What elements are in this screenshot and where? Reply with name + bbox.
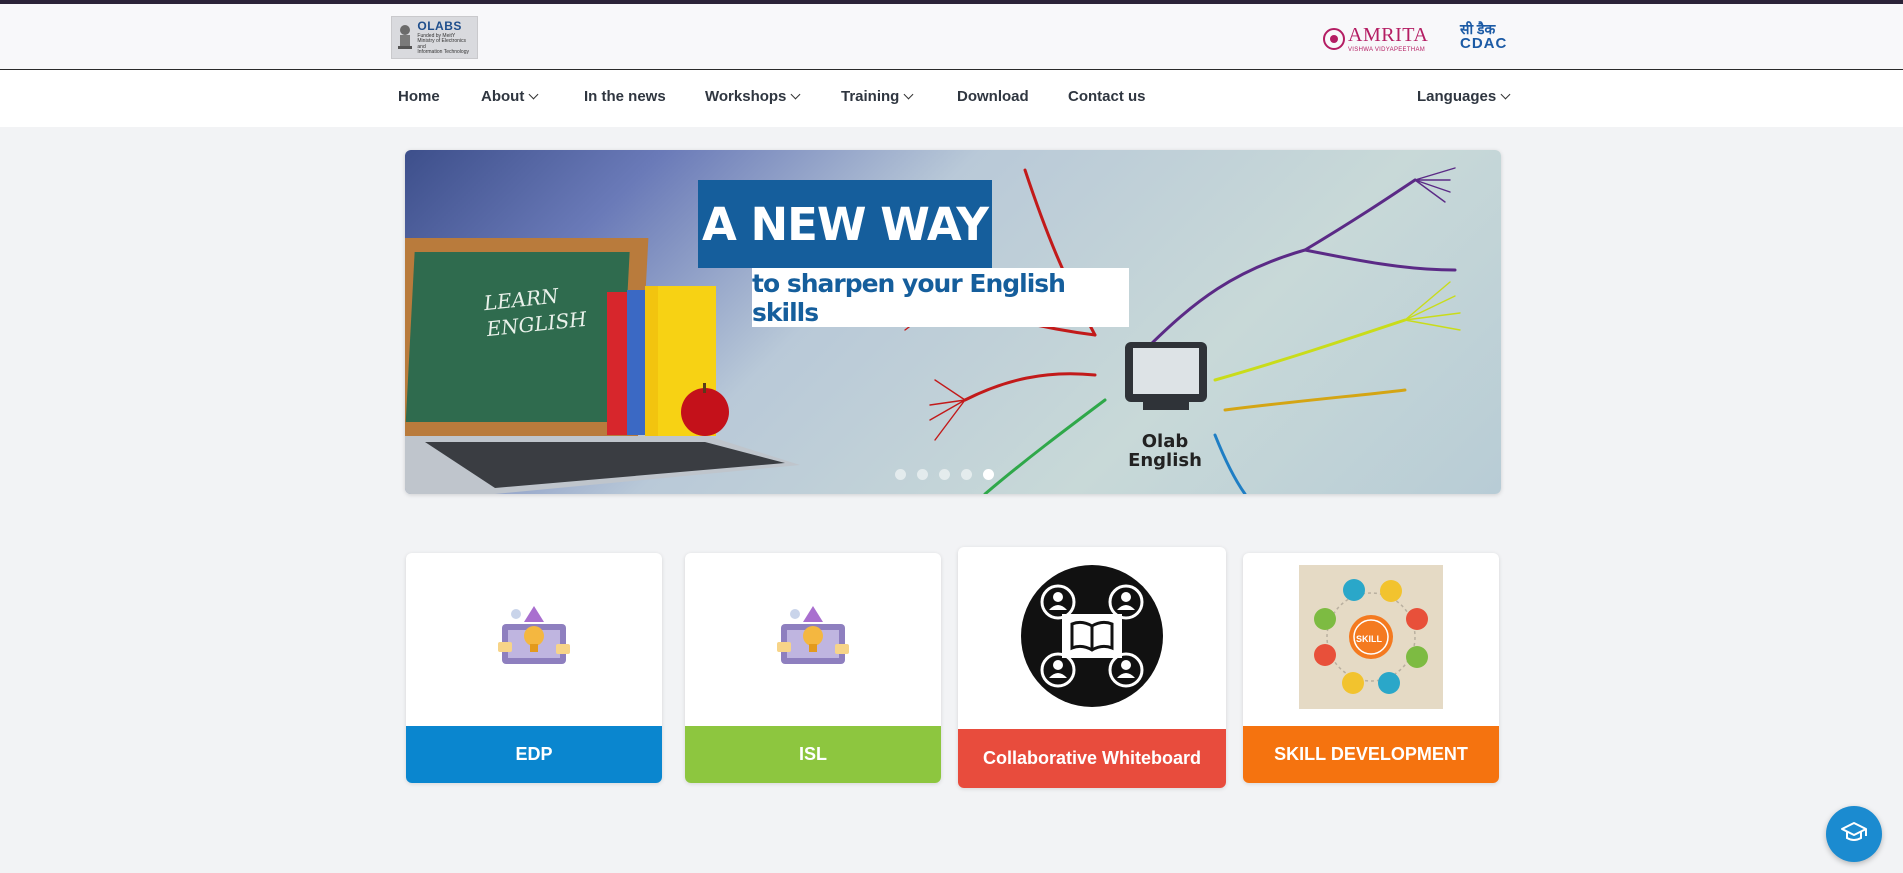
carousel-dot-3[interactable]: [939, 469, 950, 480]
carousel-dot-2[interactable]: [917, 469, 928, 480]
nav-item-label: Training: [841, 88, 900, 105]
chevron-down-icon: [903, 89, 914, 100]
graduation-cap-icon: [1839, 817, 1869, 852]
olabs-logo[interactable]: OLABS Funded by MeitY Ministry of Electr…: [391, 16, 478, 59]
collaboration-book-icon: [1020, 564, 1164, 713]
olabs-logo-subtitle-3: Information Technology: [417, 49, 469, 55]
cdac-logo-hindi: सी डैक: [1460, 21, 1496, 37]
card-isl[interactable]: ISL: [685, 553, 941, 783]
carousel-dot-4[interactable]: [961, 469, 972, 480]
chevron-down-icon: [790, 89, 801, 100]
amrita-logo-name: AMRITA: [1348, 24, 1429, 46]
card-skill-development[interactable]: SKILL SKILL DEVELOPMENT: [1243, 553, 1499, 783]
card-collaborative-whiteboard[interactable]: Collaborative Whiteboard: [958, 547, 1226, 788]
card-isl-label: ISL: [685, 726, 941, 783]
nav-item-label: Workshops: [705, 88, 787, 105]
chevron-down-icon: [1500, 89, 1511, 100]
card-collaborative-whiteboard-label: Collaborative Whiteboard: [958, 729, 1226, 788]
main-nav: Home About In the news Workshops Trainin…: [0, 70, 1903, 127]
skill-wheel-center-text: SKILL: [1356, 634, 1382, 644]
nav-item-label: Contact us: [1068, 88, 1146, 105]
banner-title: A NEW WAY: [698, 180, 992, 268]
hero-carousel[interactable]: LEARN ENGLISH A NEW WAY to sharpen your …: [405, 150, 1501, 494]
floating-help-button[interactable]: [1826, 806, 1882, 862]
nav-item-label: Languages: [1417, 88, 1497, 105]
nav-item-label: In the news: [584, 88, 666, 105]
nav-item-download[interactable]: Download: [957, 88, 1029, 105]
olab-english-line-2: English: [1128, 449, 1202, 471]
carousel-dot-1[interactable]: [895, 469, 906, 480]
nav-item-label: Home: [398, 88, 440, 105]
card-edp-label: EDP: [406, 726, 662, 783]
amrita-emblem-icon: [1323, 28, 1345, 50]
cdac-logo-english: CDAC: [1460, 35, 1508, 52]
cdac-logo[interactable]: सी डैक CDAC: [1460, 22, 1507, 51]
nav-item-about[interactable]: About: [481, 88, 539, 105]
carousel-dot-5[interactable]: [983, 469, 994, 480]
nav-item-workshops[interactable]: Workshops: [705, 88, 801, 105]
header-bar: OLABS Funded by MeitY Ministry of Electr…: [0, 4, 1903, 70]
card-skill-development-label: SKILL DEVELOPMENT: [1243, 726, 1499, 783]
nav-item-training[interactable]: Training: [841, 88, 914, 105]
card-edp[interactable]: EDP: [406, 553, 662, 783]
card-image: [406, 553, 662, 726]
card-image: [958, 547, 1226, 729]
card-image: SKILL: [1243, 553, 1499, 726]
nav-item-contact-us[interactable]: Contact us: [1068, 88, 1146, 105]
nav-item-label: Download: [957, 88, 1029, 105]
amrita-logo[interactable]: AMRITA VISHWA VIDYAPEETHAM: [1323, 22, 1428, 56]
chevron-down-icon: [528, 89, 539, 100]
nav-item-home[interactable]: Home: [398, 88, 440, 105]
card-image: [685, 553, 941, 726]
emblem-icon: [395, 21, 414, 55]
nav-item-languages[interactable]: Languages: [1417, 88, 1511, 105]
chalkboard-text: LEARN ENGLISH: [483, 280, 588, 342]
nav-item-label: About: [481, 88, 525, 105]
nav-item-in-the-news[interactable]: In the news: [584, 88, 666, 105]
olabs-logo-title: OLABS: [417, 18, 462, 33]
banner-subtitle: to sharpen your English skills: [752, 268, 1129, 327]
idea-lightbulb-icon: [494, 602, 574, 677]
olab-english-logo: Olab English: [1120, 432, 1210, 471]
amrita-logo-subtitle: VISHWA VIDYAPEETHAM: [1348, 47, 1426, 53]
carousel-indicators: [895, 469, 994, 480]
idea-lightbulb-icon: [773, 602, 853, 677]
